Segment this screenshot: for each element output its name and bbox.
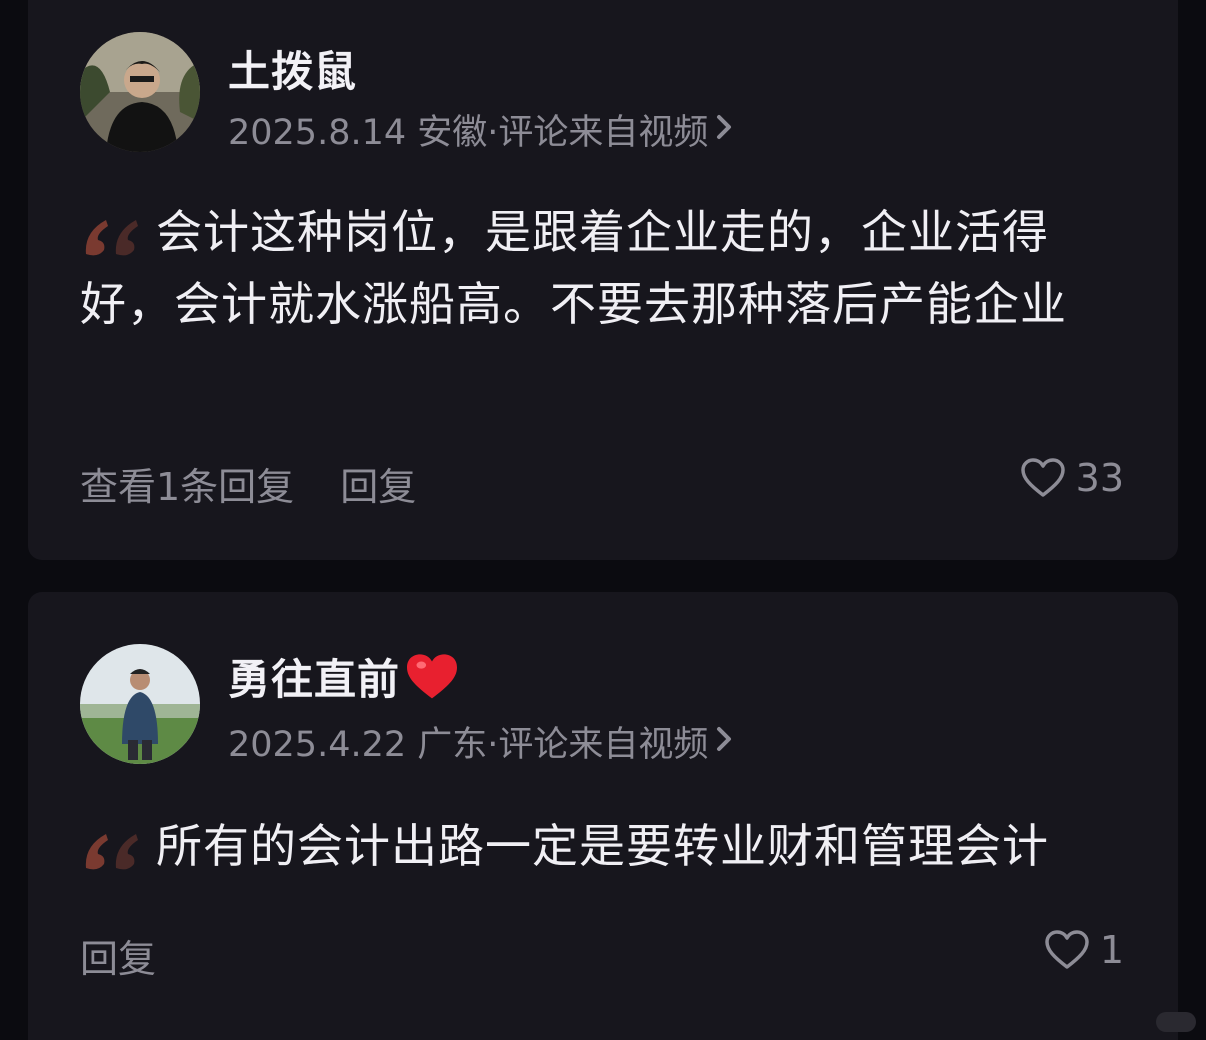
reply-button[interactable]: 回复 [80, 928, 156, 983]
chevron-right-icon [714, 110, 734, 150]
comment-body: 会计这种岗位，是跟着企业走的，企业活得好，会计就水涨船高。不要去那种落后产能企业 [80, 205, 1067, 331]
username-text: 土拨鼠 [228, 47, 358, 96]
comment-text: 所有的会计出路一定是要转业财和管理会计 [80, 810, 1125, 882]
chevron-right-icon [714, 722, 734, 762]
like-button[interactable]: 33 [1020, 456, 1124, 500]
watermark [1156, 1012, 1196, 1032]
comment-meta[interactable]: 2025.8.14 安徽·评论来自视频 [228, 104, 734, 155]
comment-body: 所有的会计出路一定是要转业财和管理会计 [156, 819, 1049, 873]
username[interactable]: 土拨鼠 [228, 38, 357, 99]
view-replies-button[interactable]: 查看1条回复 [80, 456, 294, 511]
avatar-image [80, 32, 200, 152]
comment-card-1: 土拨鼠 2025.8.14 安徽·评论来自视频 会计这种岗位，是跟着企业走的，企… [28, 0, 1178, 560]
avatar[interactable] [80, 32, 200, 152]
quote-icon [85, 833, 138, 869]
meta-text: 2025.4.22 广东·评论来自视频 [228, 725, 709, 765]
comment-actions: 回复 [80, 928, 190, 983]
red-heart-icon [407, 653, 458, 698]
comment-meta[interactable]: 2025.4.22 广东·评论来自视频 [228, 716, 734, 767]
like-count: 33 [1075, 456, 1124, 500]
quote-icon [85, 219, 138, 255]
avatar-image [80, 644, 200, 764]
reply-button[interactable]: 回复 [340, 456, 416, 511]
heart-outline-icon [1020, 458, 1065, 497]
like-button[interactable]: 1 [1044, 928, 1124, 972]
meta-text: 2025.8.14 安徽·评论来自视频 [228, 113, 709, 153]
username[interactable]: 勇往直前 [228, 646, 460, 707]
comment-actions: 查看1条回复 回复 [80, 456, 450, 511]
avatar[interactable] [80, 644, 200, 764]
like-count: 1 [1099, 928, 1124, 972]
comment-text: 会计这种岗位，是跟着企业走的，企业活得好，会计就水涨船高。不要去那种落后产能企业 [80, 196, 1125, 340]
heart-outline-icon [1045, 930, 1089, 969]
comment-card-2: 勇往直前 2025.4.22 广东·评论来自视频 所有的会计出路一定是要转业财和… [28, 592, 1178, 1040]
username-text: 勇往直前 [228, 655, 401, 704]
